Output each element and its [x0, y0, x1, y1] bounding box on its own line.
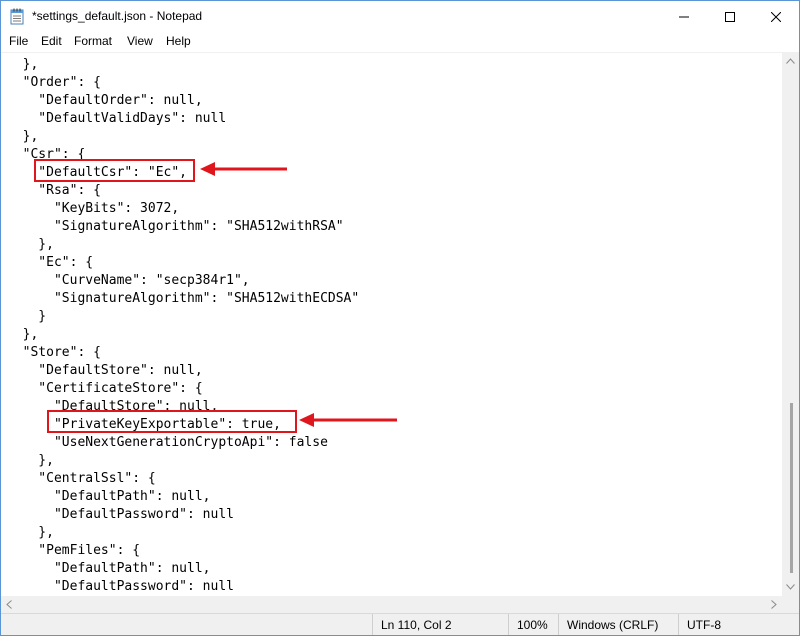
window-title: *settings_default.json - Notepad: [32, 9, 203, 23]
status-encoding: UTF-8: [678, 614, 787, 635]
code-line: "PemFiles": {: [7, 543, 141, 558]
menu-file[interactable]: File: [9, 34, 28, 48]
scroll-up-icon[interactable]: [786, 58, 795, 64]
code-line: "CentralSsl": {: [7, 471, 156, 486]
code-line: },: [7, 525, 54, 540]
code-line: }: [7, 309, 47, 324]
code-line: "CurveName": "secp384r1",: [7, 273, 250, 288]
close-icon: [771, 11, 781, 22]
code-line: },: [7, 237, 54, 252]
code-line: "SignatureAlgorithm": "SHA512withECDSA": [7, 291, 360, 306]
menu-help[interactable]: Help: [166, 34, 191, 48]
scrollbar-corner: [782, 596, 799, 613]
code-line: "SignatureAlgorithm": "SHA512withRSA": [7, 219, 344, 234]
notepad-window: *settings_default.json - Notepad File Ed…: [0, 0, 800, 636]
code-line: "Order": {: [7, 75, 101, 90]
highlight-box: [47, 410, 297, 433]
scroll-left-icon[interactable]: [6, 600, 12, 609]
maximize-icon: [725, 11, 735, 22]
status-bar: Ln 110, Col 2 100% Windows (CRLF) UTF-8: [1, 613, 799, 635]
code-line: "Rsa": {: [7, 183, 101, 198]
code-line: "Store": {: [7, 345, 101, 360]
code-line: "UseNextGenerationCryptoApi": false: [7, 435, 328, 450]
code-line: "Ec": {: [7, 255, 94, 270]
highlight-box: [34, 159, 195, 182]
scroll-right-icon[interactable]: [771, 600, 777, 609]
title-bar[interactable]: *settings_default.json - Notepad: [1, 1, 799, 32]
status-position: Ln 110, Col 2: [372, 614, 501, 635]
code-line: },: [7, 129, 39, 144]
code-line: "DefaultStore": null,: [7, 363, 203, 378]
horizontal-scrollbar[interactable]: [1, 596, 782, 613]
menu-view[interactable]: View: [127, 34, 153, 48]
text-editor[interactable]: }, "Order": { "DefaultOrder": null, "Def…: [1, 52, 782, 597]
scroll-thumb[interactable]: [790, 403, 793, 573]
code-line: "DefaultPassword": null: [7, 579, 234, 594]
code-line: "DefaultPath": null,: [7, 489, 211, 504]
minimize-icon: [679, 16, 689, 17]
editor-content: }, "Order": { "DefaultOrder": null, "Def…: [7, 56, 360, 597]
code-line: },: [7, 57, 39, 72]
close-button[interactable]: [753, 1, 799, 32]
code-line: "DefaultOrder": null,: [7, 93, 203, 108]
code-line: "DefaultValidDays": null: [7, 111, 227, 126]
status-zoom: 100%: [508, 614, 559, 635]
code-line: "CertificateStore": {: [7, 381, 203, 396]
maximize-button[interactable]: [707, 1, 753, 32]
scroll-down-icon[interactable]: [786, 584, 795, 590]
vertical-scrollbar[interactable]: [782, 52, 799, 596]
code-line: "DefaultPassword": null: [7, 507, 234, 522]
notepad-icon: [10, 8, 24, 25]
menu-format[interactable]: Format: [74, 34, 112, 48]
menu-edit[interactable]: Edit: [41, 34, 62, 48]
code-line: "KeyBits": 3072,: [7, 201, 180, 216]
status-line-ending: Windows (CRLF): [558, 614, 672, 635]
code-line: },: [7, 453, 54, 468]
code-line: "DefaultPath": null,: [7, 561, 211, 576]
code-line: },: [7, 327, 39, 342]
minimize-button[interactable]: [661, 1, 707, 32]
menu-bar: File Edit Format View Help: [1, 32, 799, 52]
